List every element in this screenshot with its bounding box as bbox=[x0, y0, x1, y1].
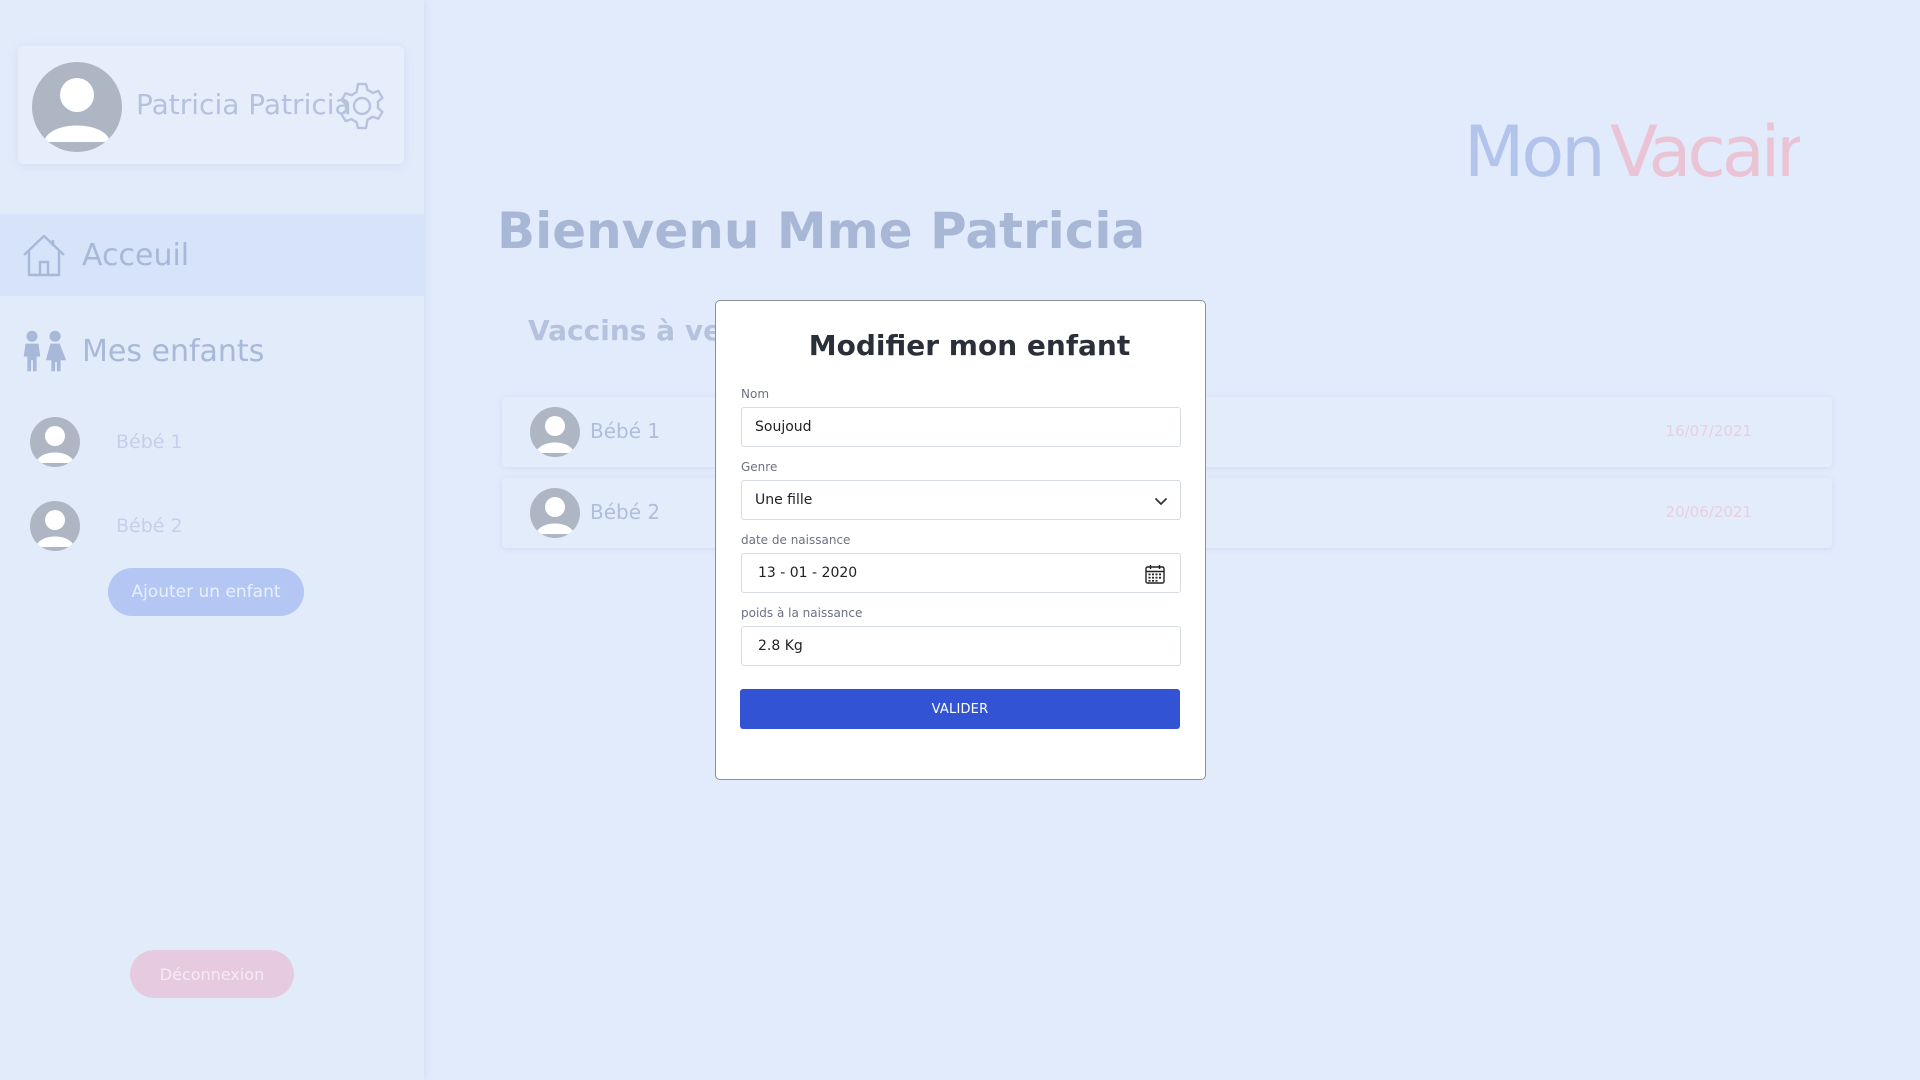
avatar bbox=[30, 417, 80, 467]
birth-weight-field[interactable]: 2.8 Kg bbox=[741, 626, 1181, 666]
child-name: Bébé 1 bbox=[116, 431, 183, 453]
avatar bbox=[530, 488, 580, 538]
poids-value: 2.8 Kg bbox=[758, 638, 803, 654]
profile-name: Patricia Patricia bbox=[136, 88, 352, 121]
sidebar: Patricia Patricia Acceuil Mes enfants Bé… bbox=[0, 0, 424, 1080]
sidebar-item-acceuil[interactable]: Acceuil bbox=[0, 214, 424, 296]
user-avatar-icon bbox=[536, 497, 574, 534]
genre-value: Une fille bbox=[755, 492, 813, 508]
monvacain-logo: Mon Vacain bbox=[1464, 111, 1800, 184]
chevron-down-icon bbox=[1155, 498, 1167, 505]
user-avatar-icon bbox=[36, 426, 74, 463]
poids-label: poids à la naissance bbox=[741, 606, 863, 620]
vaccine-child-name: Bébé 1 bbox=[590, 419, 661, 443]
home-icon bbox=[23, 234, 65, 277]
vaccine-date: 16/07/2021 bbox=[1665, 422, 1752, 440]
logout-button[interactable]: Déconnexion bbox=[130, 950, 294, 998]
nom-field[interactable]: Soujoud bbox=[741, 407, 1181, 447]
child-name: Bébé 2 bbox=[116, 515, 183, 537]
genre-select[interactable]: Une fille bbox=[741, 480, 1181, 520]
avatar bbox=[530, 407, 580, 457]
avatar bbox=[32, 62, 122, 152]
avatar bbox=[30, 501, 80, 551]
user-avatar-icon bbox=[536, 416, 574, 453]
nom-value: Soujoud bbox=[755, 419, 812, 435]
vaccine-child-name: Bébé 2 bbox=[590, 500, 661, 524]
date-value: 13 - 01 - 2020 bbox=[758, 565, 858, 581]
validate-button[interactable]: VALIDER bbox=[740, 689, 1180, 729]
add-child-button[interactable]: Ajouter un enfant bbox=[108, 568, 304, 616]
svg-text:Vacain: Vacain bbox=[1610, 111, 1800, 184]
genre-label: Genre bbox=[741, 460, 778, 474]
date-label: date de naissance bbox=[741, 533, 851, 547]
nom-label: Nom bbox=[741, 387, 770, 401]
sidebar-item-mes-enfants[interactable]: Mes enfants bbox=[0, 310, 424, 392]
profile-card: Patricia Patricia bbox=[18, 46, 404, 164]
modal-title: Modifier mon enfant bbox=[808, 329, 1131, 362]
sidebar-child-item[interactable]: Bébé 2 bbox=[30, 501, 183, 551]
gear-icon[interactable] bbox=[336, 80, 388, 132]
calendar-icon[interactable] bbox=[1144, 563, 1166, 585]
children-icon bbox=[23, 330, 67, 372]
edit-child-modal: Modifier mon enfant Nom Soujoud Genre Un… bbox=[715, 300, 1206, 780]
sidebar-item-label: Acceuil bbox=[82, 237, 190, 273]
page-title: Bienvenu Mme Patricia bbox=[497, 202, 1146, 260]
sidebar-child-item[interactable]: Bébé 1 bbox=[30, 417, 183, 467]
birth-date-field[interactable]: 13 - 01 - 2020 bbox=[741, 553, 1181, 593]
vaccine-date: 20/06/2021 bbox=[1665, 503, 1752, 521]
user-avatar-icon bbox=[44, 78, 110, 142]
svg-text:Mon: Mon bbox=[1464, 111, 1603, 184]
sidebar-item-label: Mes enfants bbox=[82, 333, 265, 369]
user-avatar-icon bbox=[36, 510, 74, 547]
